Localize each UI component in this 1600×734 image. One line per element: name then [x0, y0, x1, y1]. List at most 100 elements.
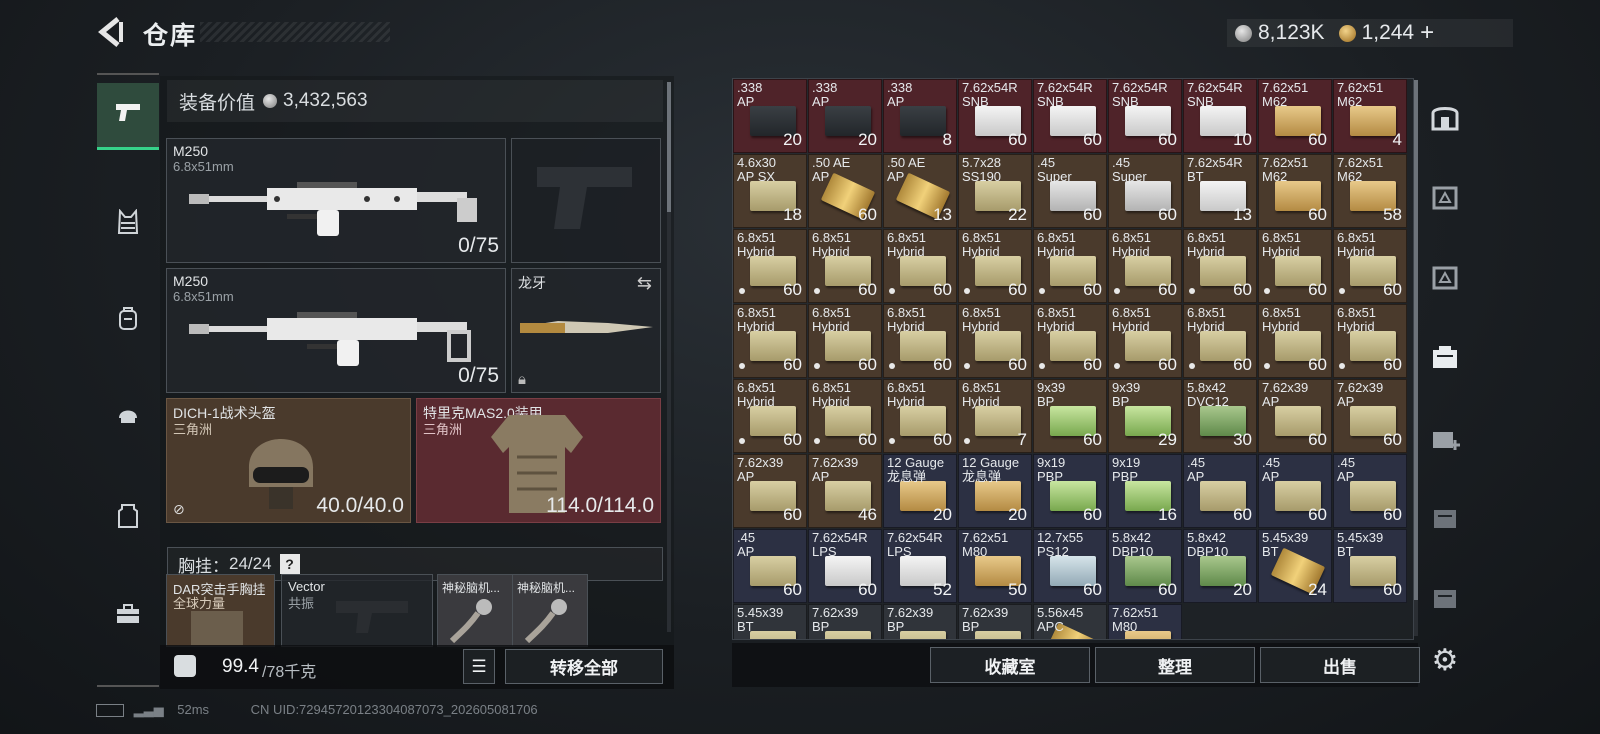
ammo-item[interactable]: 6.8x51 Hybrid 60: [883, 304, 957, 378]
ammo-item[interactable]: 6.8x51 Hybrid 60: [883, 379, 957, 453]
rig-item[interactable]: DAR突击手胸挂 全球力量: [166, 574, 275, 647]
ammo-item[interactable]: 6.8x51 Hybrid 60: [808, 304, 882, 378]
ammo-item[interactable]: 7.62x39 AP 46: [808, 454, 882, 528]
tab-storage-iii[interactable]: [1420, 168, 1470, 232]
ammo-item[interactable]: 7.62x54R BT 13: [1183, 154, 1257, 228]
settings-button[interactable]: ⚙: [1420, 628, 1470, 692]
ammo-item[interactable]: 6.8x51 Hybrid 60: [1258, 229, 1332, 303]
ammo-item[interactable]: 5.56x45 APC: [1033, 604, 1107, 639]
ammo-item[interactable]: 5.7x28 SS190 22: [958, 154, 1032, 228]
equipment-scrollbar[interactable]: [667, 82, 671, 632]
ammo-item[interactable]: 5.8x42 DBP10 20: [1183, 529, 1257, 603]
ammo-item[interactable]: 6.8x51 Hybrid 60: [1183, 304, 1257, 378]
rig-item[interactable]: 神秘脑机...: [437, 574, 513, 647]
ammo-item[interactable]: 12 Gauge 龙息弹 20: [883, 454, 957, 528]
nav-toolbox[interactable]: [97, 585, 159, 649]
pistol-slot-empty[interactable]: [511, 138, 661, 263]
grid-scrollbar[interactable]: [1414, 80, 1418, 636]
ammo-item[interactable]: .338 AP 20: [808, 79, 882, 153]
tab-storage-iii[interactable]: [1420, 568, 1470, 632]
nav-weapons[interactable]: [97, 83, 159, 150]
ammo-item[interactable]: 6.8x51 Hybrid 60: [958, 304, 1032, 378]
ammo-item[interactable]: 6.8x51 Hybrid 60: [1258, 304, 1332, 378]
ammo-item[interactable]: 6.8x51 Hybrid 60: [808, 229, 882, 303]
sort-button[interactable]: 整理: [1095, 647, 1255, 683]
ammo-item[interactable]: 7.62x51 M62 4: [1333, 79, 1407, 153]
ammo-item[interactable]: .45 AP 60: [1333, 454, 1407, 528]
ammo-item[interactable]: .338 AP 20: [733, 79, 807, 153]
ammo-item[interactable]: 6.8x51 Hybrid 60: [733, 379, 807, 453]
ammo-item[interactable]: 5.45x39 BT: [733, 604, 807, 639]
ammo-item[interactable]: 7.62x51 M62 60: [1258, 79, 1332, 153]
ammo-item[interactable]: 6.8x51 Hybrid 60: [1333, 304, 1407, 378]
ammo-item[interactable]: .50 AE AP 13: [883, 154, 957, 228]
ammo-item[interactable]: 7.62x39 BP: [808, 604, 882, 639]
ammo-item[interactable]: 7.62x39 BP: [958, 604, 1032, 639]
ammo-item[interactable]: 7.62x54R SNB 60: [1108, 79, 1182, 153]
ammo-item[interactable]: 6.8x51 Hybrid 60: [1108, 304, 1182, 378]
ammo-item[interactable]: 6.8x51 Hybrid 60: [733, 304, 807, 378]
ammo-item[interactable]: 6.8x51 Hybrid 60: [733, 229, 807, 303]
swap-icon[interactable]: ⇆: [637, 273, 652, 294]
ammo-item[interactable]: 6.8x51 Hybrid 7: [958, 379, 1032, 453]
list-view-button[interactable]: ☰: [463, 649, 495, 684]
ammo-item[interactable]: 6.8x51 Hybrid 60: [808, 379, 882, 453]
ammo-item[interactable]: 7.62x39 AP 60: [733, 454, 807, 528]
secondary-weapon-slot[interactable]: M250 6.8x51mm 0/75: [166, 268, 506, 393]
ammo-item[interactable]: 9x39 BP 60: [1033, 379, 1107, 453]
ammo-item[interactable]: 6.8x51 Hybrid 60: [1333, 229, 1407, 303]
ammo-item[interactable]: 9x19 PBP 16: [1108, 454, 1182, 528]
ammo-item[interactable]: 6.8x51 Hybrid 60: [1033, 304, 1107, 378]
ammo-item[interactable]: 5.45x39 BT 24: [1258, 529, 1332, 603]
melee-slot[interactable]: 龙牙 ⇆ 🔒︎: [511, 268, 661, 393]
tab-safe[interactable]: [1420, 88, 1470, 152]
ammo-item[interactable]: 6.8x51 Hybrid 60: [1108, 229, 1182, 303]
ammo-item[interactable]: 4.6x30 AP SX 18: [733, 154, 807, 228]
ammo-item[interactable]: 7.62x51 M80 50: [958, 529, 1032, 603]
ammo-item[interactable]: .45 AP 60: [1183, 454, 1257, 528]
ammo-item[interactable]: .45 AP 60: [1258, 454, 1332, 528]
ammo-item[interactable]: 7.62x54R SNB 60: [1033, 79, 1107, 153]
ammo-item[interactable]: 5.8x42 DBP10 60: [1108, 529, 1182, 603]
ammo-item[interactable]: 9x39 BP 29: [1108, 379, 1182, 453]
ammo-item[interactable]: 7.62x54R SNB 10: [1183, 79, 1257, 153]
ammo-item[interactable]: 6.8x51 Hybrid 60: [883, 229, 957, 303]
nav-backpack[interactable]: [97, 289, 159, 353]
ammo-item[interactable]: .50 AE AP 60: [808, 154, 882, 228]
rig-item[interactable]: Vector 共振: [281, 574, 433, 647]
ammo-item[interactable]: 7.62x51 M80: [1108, 604, 1182, 639]
ammo-item[interactable]: 6.8x51 Hybrid 60: [1183, 229, 1257, 303]
ammo-item[interactable]: 6.8x51 Hybrid 60: [1033, 229, 1107, 303]
ammo-item[interactable]: .45 Super 60: [1033, 154, 1107, 228]
ammo-item[interactable]: 6.8x51 Hybrid 60: [958, 229, 1032, 303]
ammo-item[interactable]: 7.62x51 M62 58: [1333, 154, 1407, 228]
helmet-slot[interactable]: DICH-1战术头盔 三角洲 ⊘ 40.0/40.0: [166, 398, 411, 523]
armor-slot[interactable]: 特里克MAS2.0装甲 三角洲 114.0/114.0: [416, 398, 661, 523]
ammo-item[interactable]: 7.62x39 BP: [883, 604, 957, 639]
ammo-item[interactable]: 7.62x54R SNB 60: [958, 79, 1032, 153]
tab-storage-iii[interactable]: [1420, 488, 1470, 552]
ammo-item[interactable]: 7.62x54R LPS 60: [808, 529, 882, 603]
tab-storage-iv-active[interactable]: [1420, 328, 1470, 392]
ammo-item[interactable]: .45 AP 60: [733, 529, 807, 603]
ammo-item[interactable]: 7.62x39 AP 60: [1333, 379, 1407, 453]
nav-armor[interactable]: [97, 487, 159, 551]
rig-item[interactable]: 神秘脑机...: [512, 574, 588, 647]
ammo-item[interactable]: 9x19 PBP 60: [1033, 454, 1107, 528]
ammo-item[interactable]: 7.62x51 M62 60: [1258, 154, 1332, 228]
ammo-item[interactable]: .45 Super 60: [1108, 154, 1182, 228]
ammo-item[interactable]: 12 Gauge 龙息弹 20: [958, 454, 1032, 528]
add-currency-button[interactable]: +: [1420, 19, 1434, 47]
ammo-item[interactable]: .338 AP 8: [883, 79, 957, 153]
ammo-item[interactable]: 12.7x55 PS12 60: [1033, 529, 1107, 603]
nav-helmet[interactable]: [97, 385, 159, 449]
sell-button[interactable]: 出售: [1260, 647, 1420, 683]
transfer-all-button[interactable]: 转移全部: [505, 649, 663, 684]
tab-add-storage[interactable]: [1420, 408, 1470, 472]
collection-room-button[interactable]: 收藏室: [930, 647, 1090, 683]
ammo-item[interactable]: 5.8x42 DVC12 30: [1183, 379, 1257, 453]
ammo-item[interactable]: 5.45x39 BT 60: [1333, 529, 1407, 603]
help-button[interactable]: ?: [279, 554, 300, 574]
ammo-item[interactable]: 7.62x54R LPS 52: [883, 529, 957, 603]
nav-chest-rig[interactable]: [97, 193, 159, 257]
